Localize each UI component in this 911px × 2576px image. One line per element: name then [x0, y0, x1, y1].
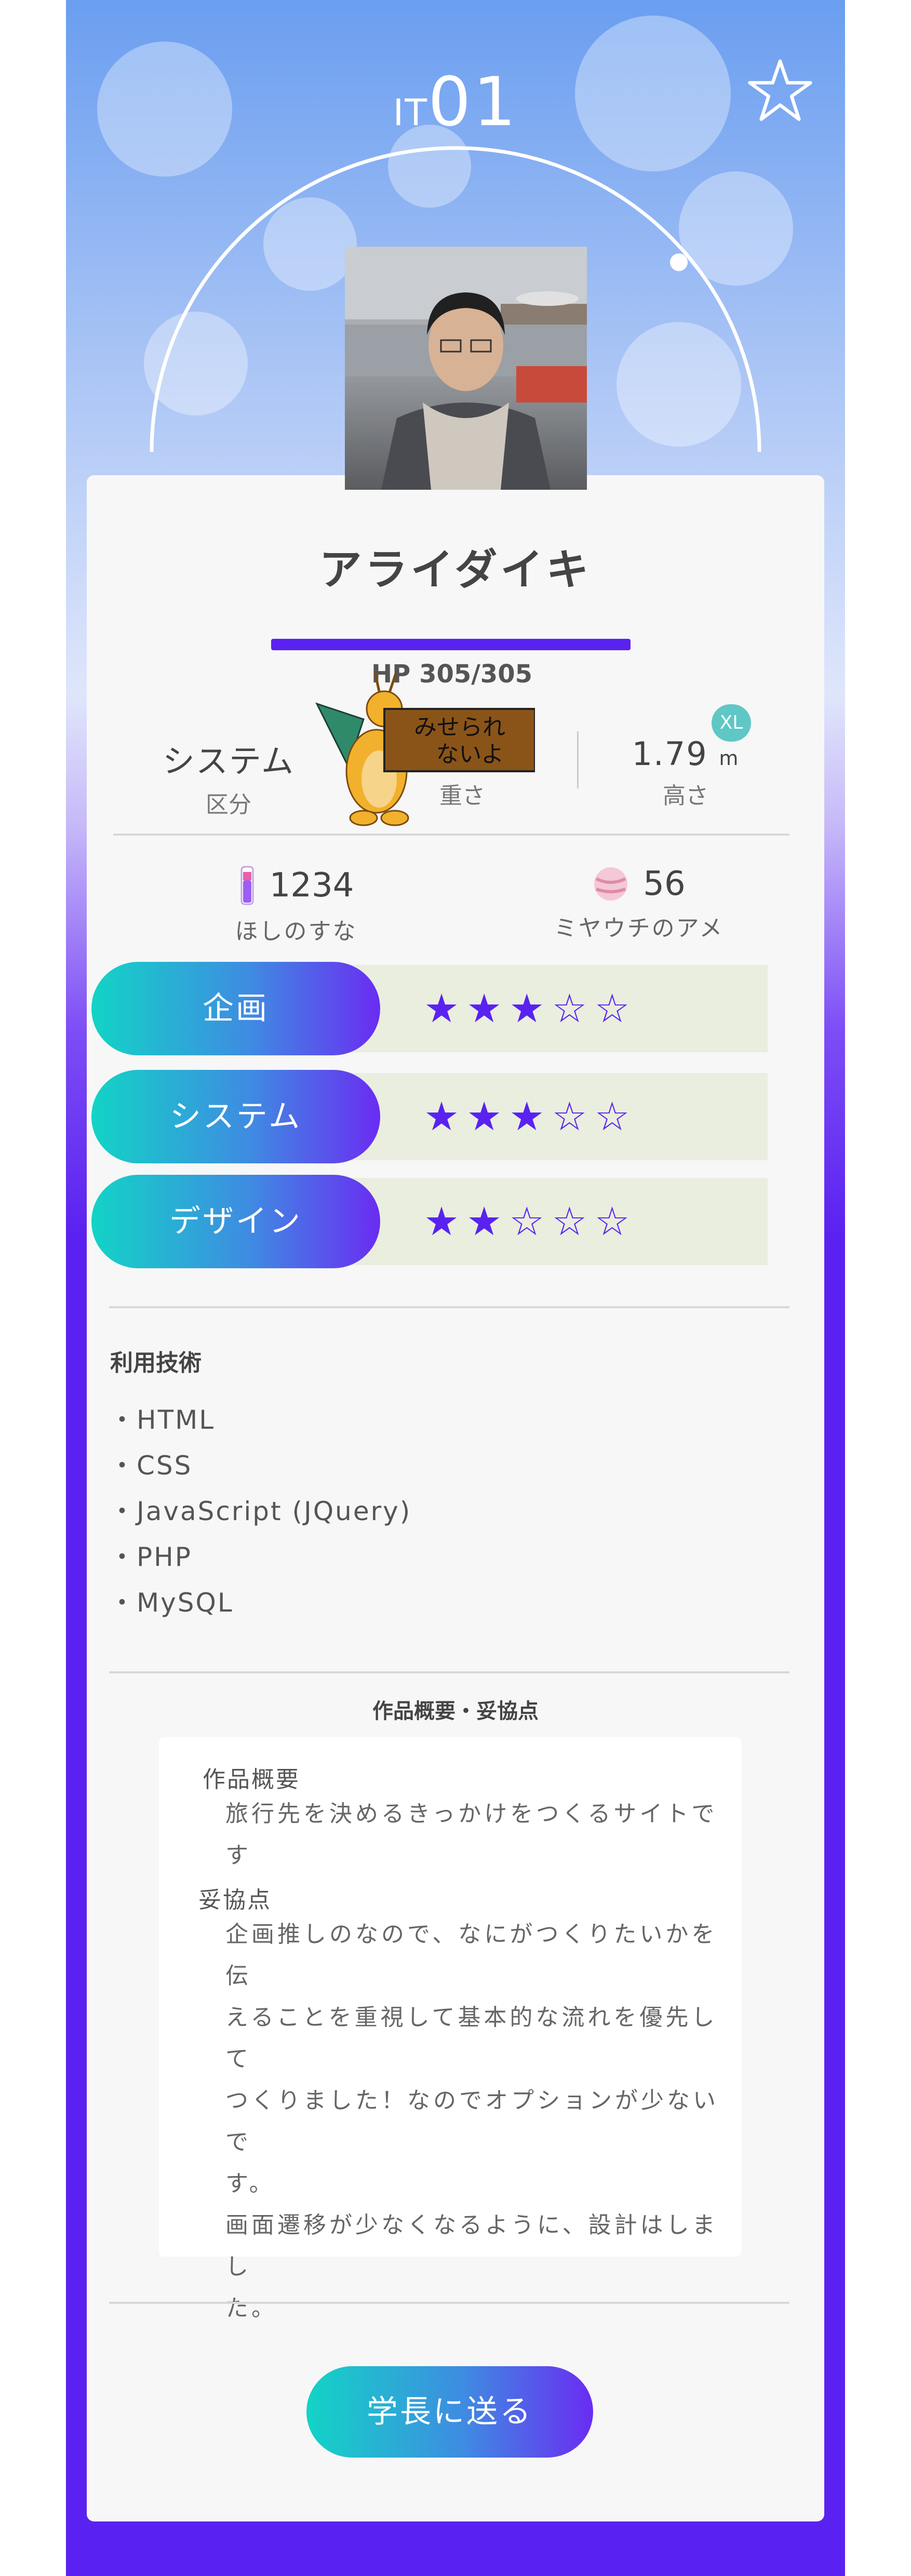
- skill-stars: ★★☆☆☆: [424, 1198, 637, 1244]
- skill-label-pill: デザイン: [91, 1175, 380, 1268]
- tech-item: PHP: [109, 1534, 411, 1580]
- tech-heading: 利用技術: [110, 1350, 202, 1376]
- stat-height-value: 1.79: [632, 735, 708, 773]
- skill-label-pill: 企画: [91, 962, 380, 1055]
- stat-height: 1.79 m 高さ: [613, 735, 758, 810]
- summary-label: 作品概要: [203, 1766, 300, 1793]
- compromise-line: 画面遷移が少なくなるように、設計はしまし: [225, 2212, 718, 2280]
- skill-label-pill: システム: [91, 1070, 380, 1163]
- stat-height-label: 高さ: [663, 783, 708, 809]
- skill-stars: ★★★☆☆: [424, 1093, 637, 1139]
- skill-stars: ★★★☆☆: [424, 985, 637, 1031]
- level-arc-marker: [670, 253, 688, 271]
- tech-item: JavaScript (JQuery): [109, 1488, 411, 1534]
- skill-row: デザイン ★★☆☆☆: [91, 1175, 768, 1268]
- compromise-line: つくりました！なのでオプションが少ないで: [225, 2087, 719, 2155]
- compromise-line: た。: [225, 2295, 277, 2322]
- divider: [109, 1306, 789, 1308]
- skill-row: システム ★★★☆☆: [91, 1070, 768, 1163]
- description-box: 作品概要 旅行先を決めるきっかけをつくるサイトです 妥協点 企画推しのなので、な…: [159, 1737, 742, 2322]
- stat-height-unit: m: [719, 747, 740, 770]
- hp-bar: [271, 639, 631, 650]
- compromise-line: す。: [225, 2170, 275, 2197]
- stardust-vial-icon: [240, 866, 254, 905]
- resource-candy: 56 ミヤウチのアメ: [530, 865, 748, 943]
- sticker-text-1: みせられ: [414, 714, 505, 741]
- candy-value: 56: [643, 865, 686, 903]
- stat-category-value: システム: [162, 742, 295, 780]
- skill-row: 企画 ★★★☆☆: [91, 962, 768, 1055]
- summary-text: 旅行先を決めるきっかけをつくるサイトです: [225, 1801, 718, 1869]
- candy-icon: [594, 867, 628, 901]
- profile-name: アライダイキ: [319, 545, 592, 595]
- tech-item: MySQL: [109, 1580, 411, 1626]
- compromise-label: 妥協点: [198, 1887, 272, 1913]
- candy-label: ミヤウチのアメ: [554, 915, 724, 942]
- divider: [113, 834, 789, 836]
- description-heading: 作品概要・妥協点: [372, 1699, 539, 1723]
- sticker-text-2: ないよ: [436, 741, 504, 768]
- send-to-president-button[interactable]: 学長に送る: [306, 2366, 593, 2458]
- dragon-sticker: みせられ ないよ: [315, 672, 535, 826]
- stardust-value: 1234: [269, 866, 354, 905]
- profile-photo: [345, 247, 587, 490]
- compromise-line: えることを重視して基本的な流れを優先して: [225, 2004, 718, 2072]
- tech-item: HTML: [109, 1397, 411, 1443]
- stardust-label: ほしのすな: [235, 918, 357, 945]
- stat-divider: [577, 731, 579, 788]
- divider: [109, 1671, 789, 1673]
- compromise-line: 企画推しのなので、なにがつくりたいかを伝: [225, 1921, 718, 1989]
- resource-stardust: 1234 ほしのすな: [208, 865, 384, 946]
- divider: [109, 2302, 789, 2304]
- size-badge: XL: [712, 704, 751, 742]
- tech-list: HTML CSS JavaScript (JQuery) PHP MySQL: [109, 1397, 411, 1626]
- tech-item: CSS: [109, 1443, 411, 1488]
- stat-category-label: 区分: [206, 791, 251, 818]
- stat-category: システム 区分: [151, 735, 306, 819]
- compromise-text: 企画推しのなので、なにがつくりたいかを伝 えることを重視して基本的な流れを優先し…: [225, 1914, 742, 2329]
